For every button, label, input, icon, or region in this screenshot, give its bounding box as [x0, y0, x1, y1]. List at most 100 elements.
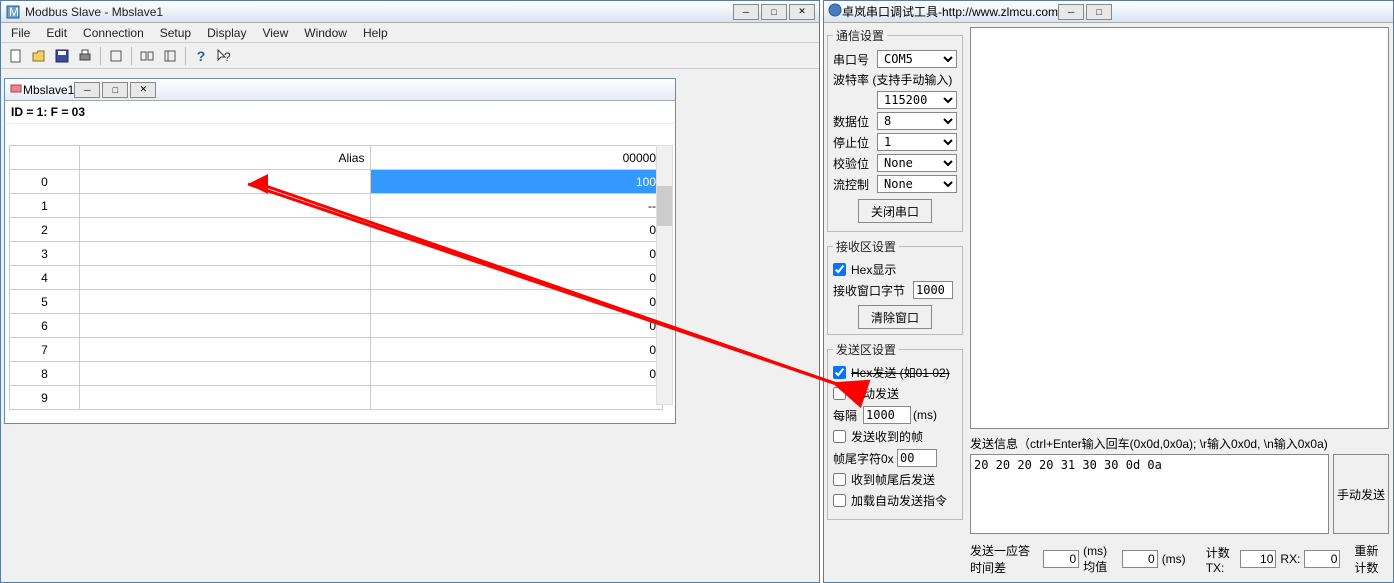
comm-legend: 通信设置	[833, 27, 887, 44]
child-minimize-button[interactable]: ─	[74, 82, 100, 98]
flow-select[interactable]: None	[877, 175, 957, 193]
port-select[interactable]: COM5	[877, 50, 957, 68]
close-port-button[interactable]: 关闭串口	[858, 199, 932, 223]
stopbits-select[interactable]: 1	[877, 133, 957, 151]
auto-send-checkbox[interactable]	[833, 387, 846, 400]
menu-edit[interactable]: Edit	[38, 24, 75, 42]
avg-value[interactable]	[1122, 550, 1158, 568]
hex-send-label: Hex发送 (如01 02)	[851, 364, 950, 381]
table-row[interactable]: 20	[10, 218, 663, 242]
table-row[interactable]: 0 100	[10, 170, 663, 194]
receive-display[interactable]	[970, 27, 1389, 429]
databits-select[interactable]: 8	[877, 112, 957, 130]
menu-window[interactable]: Window	[296, 24, 355, 42]
tail-label: 帧尾字符0x	[833, 450, 895, 467]
send-recv-frame-checkbox[interactable]	[833, 430, 846, 443]
modbus-slave-window: M Modbus Slave - Mbslave1 ─ □ ✕ File Edi…	[0, 0, 820, 583]
clear-window-button[interactable]: 清除窗口	[858, 305, 932, 329]
close-button[interactable]: ✕	[789, 4, 815, 20]
maximize-button[interactable]: □	[761, 4, 787, 20]
value-header: 00000	[371, 146, 663, 170]
menu-connection[interactable]: Connection	[75, 24, 152, 42]
open-icon[interactable]	[28, 45, 50, 67]
table-row[interactable]: 1--	[10, 194, 663, 218]
vertical-scrollbar[interactable]	[656, 145, 673, 405]
slave-info: ID = 1: F = 03	[5, 101, 675, 124]
rx-value[interactable]	[1304, 550, 1340, 568]
menu-help[interactable]: Help	[355, 24, 396, 42]
status-row: 发送一应答时间差 (ms)均值 (ms) 计数TX: RX: 重新计数	[970, 540, 1389, 578]
hex-send-checkbox[interactable]	[833, 366, 846, 379]
send-legend: 发送区设置	[833, 341, 899, 358]
tool-icon-3[interactable]	[159, 45, 181, 67]
databits-label: 数据位	[833, 113, 875, 130]
table-row[interactable]: 70	[10, 338, 663, 362]
resp-value[interactable]	[1043, 550, 1079, 568]
titlebar: M Modbus Slave - Mbslave1 ─ □ ✕	[1, 1, 819, 23]
child-titlebar: Mbslave1 ─ □ ✕	[5, 79, 675, 101]
menu-display[interactable]: Display	[199, 24, 254, 42]
interval-input[interactable]	[863, 406, 911, 424]
tx-value[interactable]	[1240, 550, 1276, 568]
parity-select[interactable]: None	[877, 154, 957, 172]
settings-panel: 通信设置 串口号 COM5 波特率 (支持手动输入) 115200 数据位 8 …	[824, 23, 966, 582]
recv-legend: 接收区设置	[833, 238, 899, 255]
tail-input[interactable]	[897, 449, 937, 467]
table-row[interactable]: 9	[10, 386, 663, 410]
tail-send-label: 收到帧尾后发送	[851, 471, 935, 488]
right-content: 发送信息（ctrl+Enter输入回车(0x0d,0x0a); \r输入0x0d…	[966, 23, 1393, 582]
rx-label: RX:	[1280, 552, 1300, 566]
baud-select[interactable]: 115200	[877, 91, 957, 109]
titlebar: 卓岚串口调试工具-http://www.zlmcu.com ─ □	[824, 1, 1393, 23]
window-title: Modbus Slave - Mbslave1	[25, 5, 733, 19]
tool-icon-1[interactable]	[105, 45, 127, 67]
minimize-button[interactable]: ─	[733, 4, 759, 20]
send-textarea[interactable]: 20 20 20 20 31 30 30 0d 0a	[970, 454, 1329, 534]
serial-debug-window: 卓岚串口调试工具-http://www.zlmcu.com ─ □ 通信设置 串…	[823, 0, 1394, 583]
stopbits-label: 停止位	[833, 134, 875, 151]
send-area: 发送信息（ctrl+Enter输入回车(0x0d,0x0a); \r输入0x0d…	[970, 435, 1389, 534]
flow-label: 流控制	[833, 176, 875, 193]
baud-label: 波特率 (支持手动输入)	[833, 71, 952, 88]
hex-display-checkbox[interactable]	[833, 263, 846, 276]
interval-label: 每隔	[833, 407, 861, 424]
recv-bytes-input[interactable]	[913, 281, 953, 299]
table-row[interactable]: 50	[10, 290, 663, 314]
send-recv-frame-label: 发送收到的帧	[851, 428, 923, 445]
table-row[interactable]: 40	[10, 266, 663, 290]
hex-display-label: Hex显示	[851, 261, 896, 278]
mbslave-child-window: Mbslave1 ─ □ ✕ ID = 1: F = 03 Alias 0000…	[4, 78, 676, 424]
load-auto-checkbox[interactable]	[833, 494, 846, 507]
tool-icon-2[interactable]	[136, 45, 158, 67]
tail-send-checkbox[interactable]	[833, 473, 846, 486]
new-icon[interactable]	[5, 45, 27, 67]
save-icon[interactable]	[51, 45, 73, 67]
app-icon	[828, 3, 842, 20]
load-auto-label: 加载自动发送指令	[851, 492, 947, 509]
maximize-button[interactable]: □	[1086, 4, 1112, 20]
help-icon[interactable]: ?	[190, 45, 212, 67]
child-title: Mbslave1	[23, 83, 74, 97]
send-settings-group: 发送区设置 Hex发送 (如01 02) 自动发送 每隔 (ms) 发送收到的帧	[827, 341, 963, 520]
recv-bytes-label: 接收窗口字节	[833, 282, 911, 299]
resp-label: 发送一应答时间差	[970, 542, 1039, 576]
ms-label-1: (ms)均值	[1083, 544, 1118, 575]
minimize-button[interactable]: ─	[1058, 4, 1084, 20]
manual-send-button[interactable]: 手动发送	[1333, 454, 1389, 534]
register-table: Alias 00000 0 100 1-- 20 30 40 50 60 70 …	[9, 145, 663, 410]
menu-view[interactable]: View	[254, 24, 296, 42]
alias-header: Alias	[79, 146, 371, 170]
table-row[interactable]: 30	[10, 242, 663, 266]
reset-count-label[interactable]: 重新计数	[1354, 542, 1389, 576]
tx-label: 计数TX:	[1206, 544, 1237, 575]
recv-settings-group: 接收区设置 Hex显示 接收窗口字节 清除窗口	[827, 238, 963, 335]
menu-file[interactable]: File	[3, 24, 38, 42]
menu-setup[interactable]: Setup	[152, 24, 199, 42]
whats-this-icon[interactable]: ?	[213, 45, 235, 67]
svg-text:?: ?	[224, 50, 231, 64]
print-icon[interactable]	[74, 45, 96, 67]
child-close-button[interactable]: ✕	[130, 82, 156, 98]
child-maximize-button[interactable]: □	[102, 82, 128, 98]
table-row[interactable]: 80	[10, 362, 663, 386]
table-row[interactable]: 60	[10, 314, 663, 338]
